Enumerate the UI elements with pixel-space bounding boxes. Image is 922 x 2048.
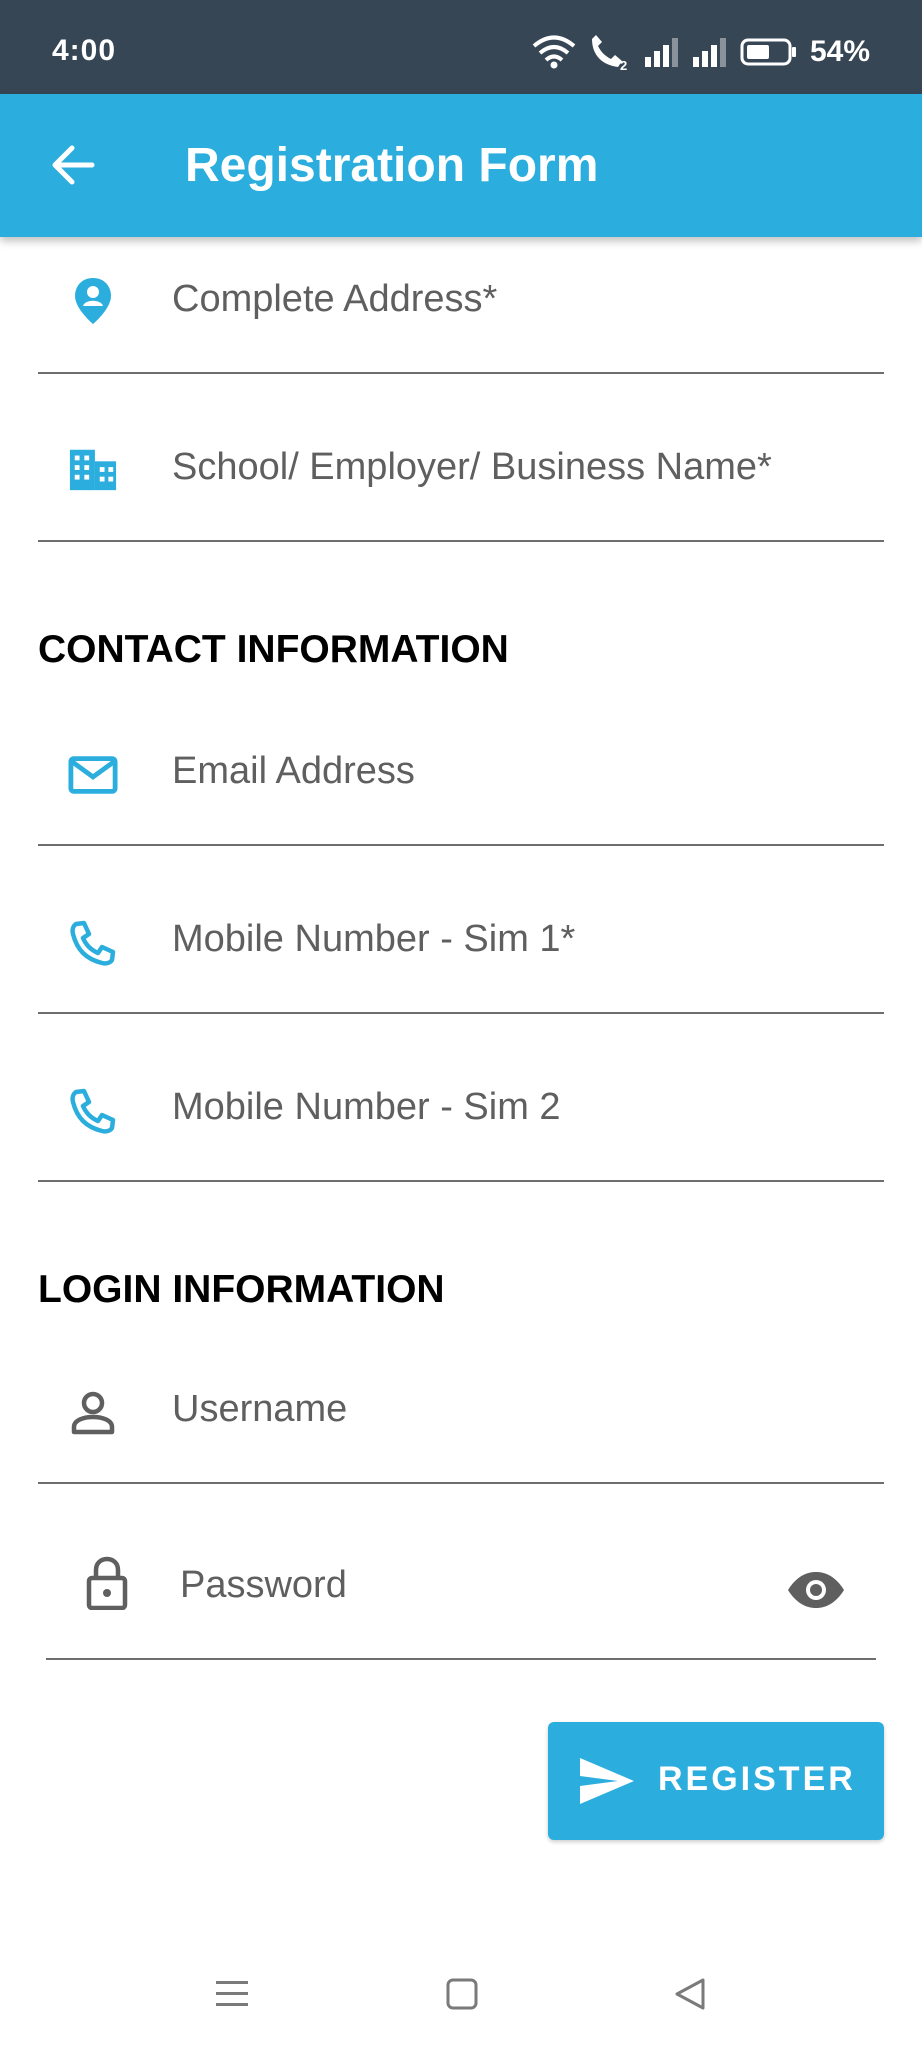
phone-icon [68,918,118,968]
lock-icon [82,1556,132,1610]
page-title: Registration Form [185,139,599,192]
mobile-sim2-field[interactable]: Mobile Number - Sim 2 [38,1014,884,1182]
toggle-password-visibility-button[interactable] [786,1560,846,1620]
address-placeholder: Complete Address* [172,278,498,320]
business-name-placeholder: School/ Employer/ Business Name* [172,446,772,488]
status-icons: 2 54% [532,32,870,72]
battery-percentage: 54% [809,35,870,68]
system-nav-bar [0,1940,922,2048]
email-field[interactable]: Email Address [38,678,884,846]
login-section-heading: LOGIN INFORMATION [38,1268,445,1311]
back-button[interactable] [40,132,106,198]
mobile-sim1-field[interactable]: Mobile Number - Sim 1* [38,846,884,1014]
contact-section-heading: CONTACT INFORMATION [38,628,509,671]
arrow-left-icon [52,145,95,185]
app-bar: Registration Form [0,94,922,237]
person-icon [68,1388,118,1438]
username-field[interactable]: Username [38,1316,884,1484]
business-name-field[interactable]: School/ Employer/ Business Name* [38,374,884,542]
menu-icon [216,1981,248,2006]
mail-icon [68,750,118,800]
signal-icon [692,38,726,67]
menu-button[interactable] [206,1968,258,2020]
phone-icon [68,1086,118,1136]
home-square-icon [446,1978,478,2010]
email-placeholder: Email Address [172,750,415,792]
wifi-icon [532,35,576,69]
username-placeholder: Username [172,1388,348,1430]
signal-icon [644,38,678,67]
status-bar: 4:00 2 54% [0,0,922,94]
register-button[interactable]: REGISTER [548,1722,884,1840]
send-icon [580,1758,634,1804]
building-icon [68,444,118,494]
location-pin-icon [68,276,118,326]
back-triangle-icon [675,1978,705,2010]
password-placeholder: Password [180,1564,347,1606]
home-button[interactable] [436,1968,488,2020]
eye-icon [788,1572,844,1608]
status-time: 4:00 [52,34,117,67]
mobile-sim2-placeholder: Mobile Number - Sim 2 [172,1086,561,1128]
register-label: REGISTER [658,1760,856,1798]
mobile-sim1-placeholder: Mobile Number - Sim 1* [172,918,576,960]
password-field[interactable]: Password [46,1490,876,1660]
svg-text:2: 2 [620,58,627,71]
battery-icon [740,38,796,66]
system-back-button[interactable] [664,1968,716,2020]
wifi-calling-icon: 2 [591,35,627,71]
